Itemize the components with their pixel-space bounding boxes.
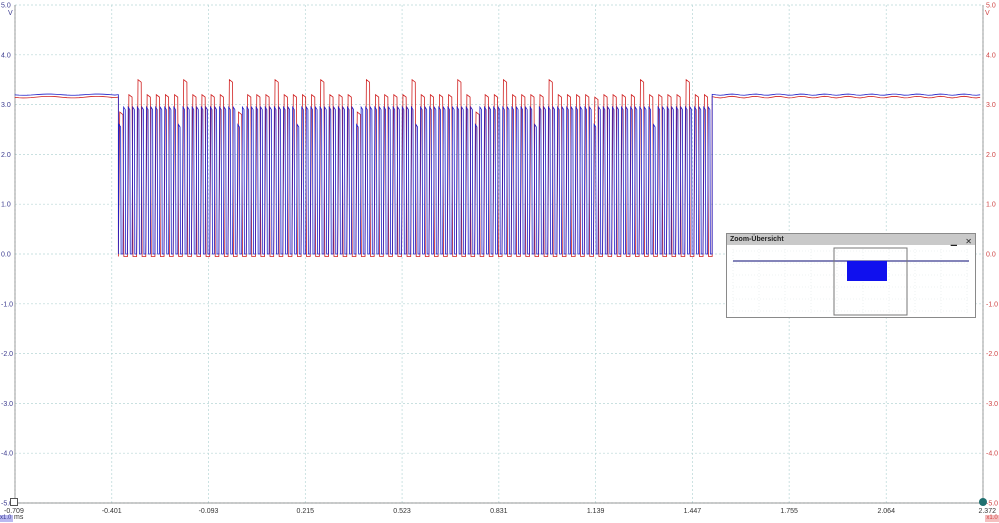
zoom-overview-title: Zoom-Übersicht (730, 236, 784, 243)
right-axis-tick-label: 3.0 (986, 102, 996, 109)
zoom-overview-title-bar[interactable]: Zoom-Übersicht ▁ ✕ (727, 234, 975, 245)
zoom-overview-burst (847, 261, 887, 281)
time-axis: -0.709 -0.401 -0.093 0.215 0.523 0.831 1.139 1.… (4, 508, 996, 515)
right-axis-tick-label: 0.0 (986, 252, 996, 259)
channel-a-scale-tag[interactable]: x1.0 (0, 515, 13, 522)
zoom-overview-view-window[interactable] (833, 247, 908, 316)
right-axis-tick-label: -1.0 (986, 301, 998, 308)
right-axis-unit: V (985, 10, 990, 17)
right-axis-tick-label: 4.0 (986, 52, 996, 59)
time-axis-tick-label: 0.215 (297, 508, 315, 515)
left-axis-tick-label: 3.0 (1, 102, 11, 109)
right-axis-tick-label: -5.0 (986, 501, 998, 508)
time-unit-label: ms (14, 514, 24, 521)
time-axis-tick-label: 1.447 (684, 508, 702, 515)
left-axis-tick-label: -1.0 (1, 301, 13, 308)
left-axis-tick-label: -2.0 (1, 351, 13, 358)
channel-b-scale-tag[interactable]: x1.0 (985, 515, 999, 522)
time-axis-tick-label: 1.139 (587, 508, 605, 515)
right-axis-tick-label: 2.0 (986, 152, 996, 159)
axis-settings-icon[interactable] (979, 498, 987, 506)
time-axis-tick-label: 2.372 (978, 508, 996, 515)
zoom-overview-preview[interactable] (727, 245, 975, 317)
left-voltage-axis: 5.04.03.02.01.00.0-1.0-2.0-3.0-4.0-5.0 (1, 3, 13, 508)
time-axis-tick-label: 0.523 (393, 508, 411, 515)
left-axis-tick-label: -3.0 (1, 401, 13, 408)
right-axis-tick-label: -2.0 (986, 351, 998, 358)
time-axis-tick-label: 1.755 (780, 508, 798, 515)
axis-toggle-icon[interactable] (10, 498, 18, 506)
right-axis-tick-label: 5.0 (986, 3, 996, 10)
right-axis-tick-label: -4.0 (986, 451, 998, 458)
time-axis-tick-label: 2.064 (877, 508, 895, 515)
zoom-overview-panel[interactable]: Zoom-Übersicht ▁ ✕ (726, 233, 976, 318)
left-axis-tick-label: 0.0 (1, 252, 11, 259)
left-axis-tick-label: -4.0 (1, 451, 13, 458)
left-axis-tick-label: 5.0 (1, 3, 11, 10)
left-axis-tick-label: 1.0 (1, 202, 11, 209)
right-axis-tick-label: -3.0 (986, 401, 998, 408)
right-axis-tick-label: 1.0 (986, 202, 996, 209)
time-axis-tick-label: 0.831 (490, 508, 508, 515)
left-axis-tick-label: 2.0 (1, 152, 11, 159)
time-axis-tick-label: -0.401 (102, 508, 122, 515)
right-voltage-axis: 5.0 4.0 3.0 2.0 1.0 0.0 -1.0 -2.0 -3.0 -4.0 -5.0 (986, 3, 998, 508)
left-axis-unit: V (8, 10, 13, 17)
left-axis-tick-label: 4.0 (1, 52, 11, 59)
zoom-overview-grid (732, 249, 969, 315)
time-axis-tick-label: -0.093 (199, 508, 219, 515)
